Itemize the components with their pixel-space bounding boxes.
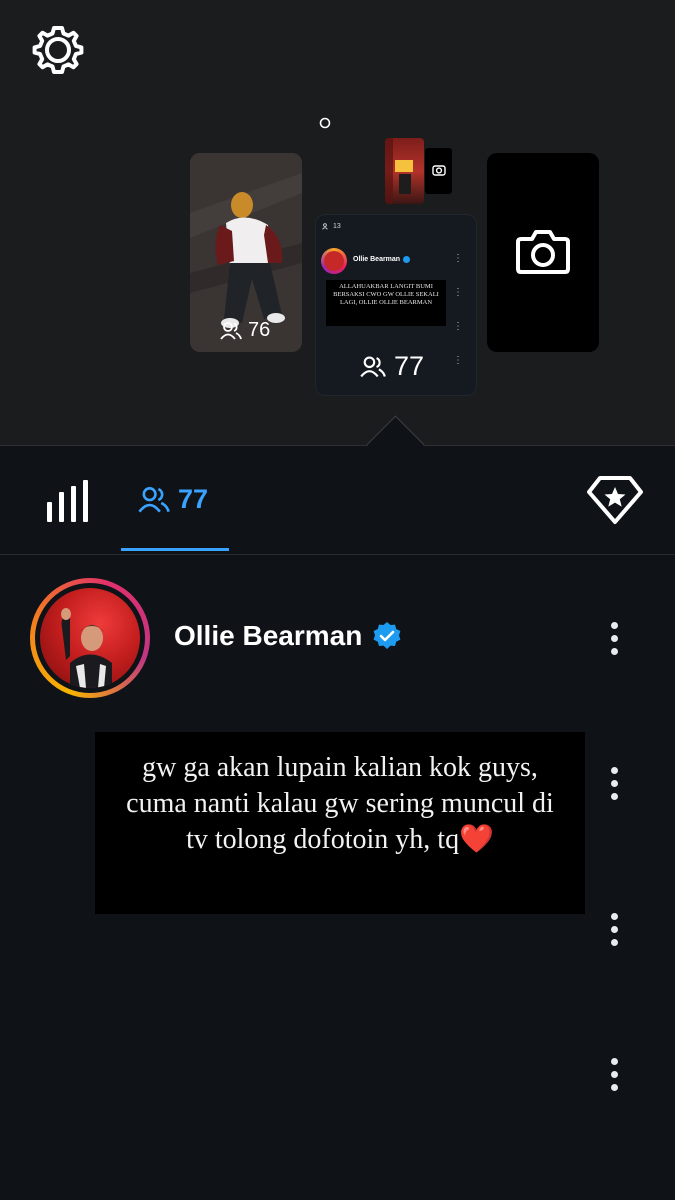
avatar[interactable] (30, 578, 150, 698)
avatar-photo (40, 588, 140, 688)
gear-icon[interactable] (32, 24, 84, 76)
more-vertical-icon: ⋮ (453, 355, 463, 366)
mini-camera-card[interactable] (425, 148, 452, 194)
verified-badge-icon (403, 256, 411, 263)
tab-bar (0, 446, 675, 555)
camera-icon (516, 230, 570, 274)
more-vertical-icon[interactable] (611, 1058, 619, 1097)
more-vertical-icon: ⋮ (453, 253, 463, 264)
more-vertical-icon: ⋮ (453, 287, 463, 298)
more-vertical-icon[interactable] (611, 913, 619, 952)
small-gear-icon (319, 117, 331, 129)
preview-header-count: 13 (333, 223, 341, 230)
verified-badge-icon (373, 622, 401, 649)
preview-viewer-count-label: 77 (394, 351, 425, 381)
preview-header: 13 (322, 223, 341, 230)
story-mini-thumbnail[interactable] (385, 138, 424, 204)
preview-caption: ALLAHUAKBAR LANGIT BUMI BERSAKSI CWO GW … (326, 280, 446, 326)
people-icon (360, 355, 386, 377)
preview-user-name: Ollie Bearman (353, 256, 411, 263)
people-icon (138, 486, 170, 512)
bar-chart-icon[interactable] (45, 478, 91, 526)
viewer-name-label: Ollie Bearman (174, 620, 363, 651)
story-thumbnail-previous[interactable]: 76 (190, 153, 302, 352)
preview-user-name-label: Ollie Bearman (353, 256, 401, 263)
more-vertical-icon[interactable] (611, 767, 619, 806)
story-caption: gw ga akan lupain kalian kok guys, cuma … (95, 732, 585, 914)
viewer-name[interactable]: Ollie Bearman (174, 620, 402, 652)
preview-viewer-count: 77 (360, 351, 424, 382)
tab-viewers[interactable]: 77 (138, 484, 208, 515)
viewers-count-label: 77 (178, 484, 209, 514)
more-vertical-icon: ⋮ (453, 321, 463, 332)
more-vertical-icon[interactable] (611, 622, 619, 661)
story-current-preview[interactable]: 13 Ollie Bearman ALLAHUAKBAR LANGIT BUMI… (315, 214, 477, 396)
people-icon (322, 223, 328, 230)
active-tab-indicator (121, 548, 229, 551)
viewer-count: 76 (220, 319, 270, 342)
avatar (321, 248, 347, 274)
viewer-count-label: 76 (248, 319, 271, 341)
mini-photo (385, 138, 413, 204)
diamond-star-icon[interactable] (586, 474, 644, 526)
camera-icon (432, 165, 446, 176)
people-icon (220, 321, 242, 340)
add-story-camera-card[interactable] (487, 153, 599, 352)
